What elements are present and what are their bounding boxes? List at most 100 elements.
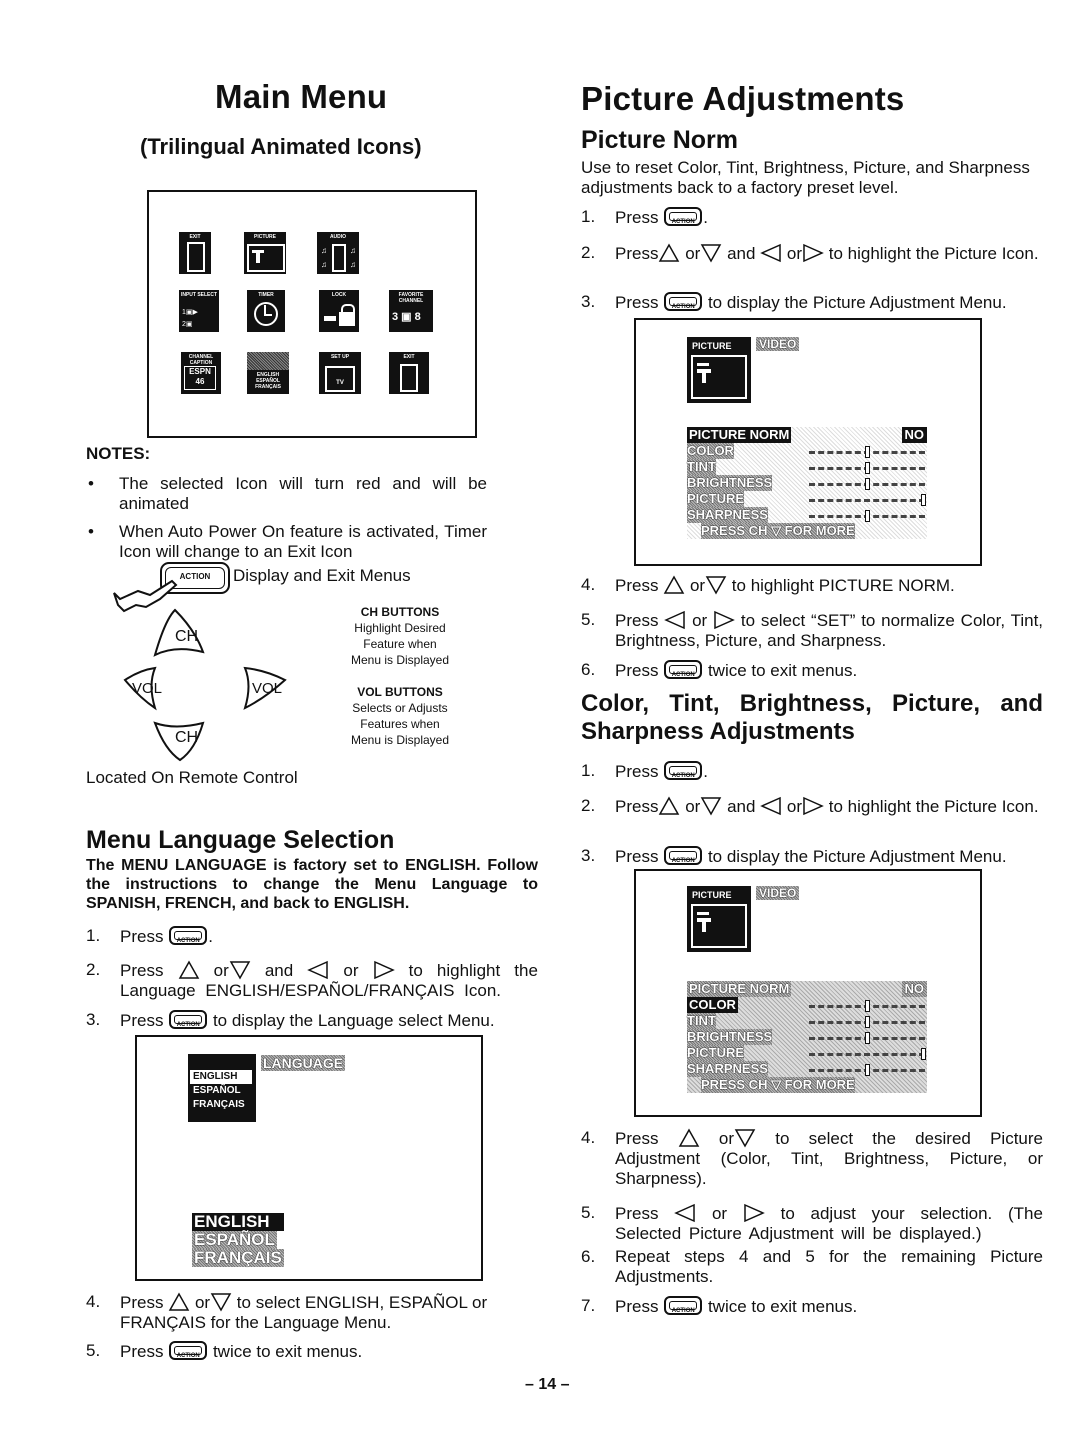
- note-2: When Auto Power On feature is activated,…: [119, 522, 487, 561]
- color-row[interactable]: COLOR: [687, 443, 734, 459]
- action-button-icon: ACTION: [664, 207, 703, 226]
- ch-up-icon: [663, 575, 685, 594]
- picture-icon: PICTURE: [244, 232, 286, 274]
- picture-menu-list: PICTURE NORM NO COLOR TINT BRIGHTNESS PI…: [687, 981, 927, 1093]
- action-button-icon: ACTION: [664, 761, 703, 780]
- setup-icon: SET UP TV: [319, 352, 361, 394]
- slider-track[interactable]: [809, 1053, 925, 1056]
- vol-right-icon: [803, 243, 824, 263]
- picture-tab[interactable]: PICTURE: [687, 886, 751, 952]
- vol-right-icon: [744, 1203, 765, 1223]
- action-description: Display and Exit Menus: [233, 566, 411, 585]
- sharpness-row[interactable]: SHARPNESS: [687, 507, 768, 523]
- picture-tab-label: PICTURE: [692, 341, 732, 351]
- slider-track[interactable]: [809, 499, 925, 502]
- picture-row[interactable]: PICTURE: [687, 1045, 745, 1061]
- slider-knob[interactable]: [865, 446, 870, 458]
- action-button-icon: ACTION: [664, 1296, 703, 1315]
- vol-right-label[interactable]: VOL: [252, 680, 282, 697]
- slider-knob[interactable]: [865, 462, 870, 474]
- language-option-espanol[interactable]: ESPAÑOL: [188, 1084, 256, 1098]
- main-menu-screen: EXIT PICTURE AUDIO ♫ ♫ ♫ ♫ INPUT SELECT 1▣▶ 2▣…: [147, 190, 477, 438]
- audio-icon: AUDIO ♫ ♫ ♫ ♫: [317, 232, 359, 274]
- language-option-english[interactable]: ENGLISH: [190, 1070, 252, 1084]
- main-menu-title: Main Menu: [215, 78, 388, 115]
- vol-left-icon: [760, 796, 781, 816]
- language-icon: ENGLISH ESPAÑOL FRANÇAIS: [247, 352, 289, 394]
- brightness-row[interactable]: BRIGHTNESS: [687, 475, 773, 491]
- language-menu-screen: ENGLISH ESPAÑOL FRANÇAIS LANGUAGE ENGLIS…: [135, 1035, 483, 1281]
- language-menu-box: ENGLISH ESPAÑOL FRANÇAIS: [188, 1054, 256, 1122]
- bullet: •: [88, 522, 94, 541]
- main-menu-subtitle: (Trilingual Animated Icons): [140, 134, 422, 159]
- language-list-francais[interactable]: FRANÇAIS: [192, 1249, 284, 1267]
- bullet: •: [88, 474, 94, 493]
- menu-language-intro: The MENU LANGUAGE is factory set to ENGL…: [86, 857, 538, 912]
- ch-down-icon: [734, 1129, 756, 1148]
- vol-left-label[interactable]: VOL: [132, 680, 162, 697]
- action-button-icon: ACTION: [664, 660, 703, 679]
- ch-down-label[interactable]: CH: [175, 729, 198, 747]
- language-list: ENGLISH ESPAÑOL FRANÇAIS: [192, 1213, 284, 1267]
- slider-knob[interactable]: [865, 1032, 870, 1044]
- ch-buttons-title: CH BUTTONS: [360, 605, 440, 619]
- notes-heading: NOTES:: [86, 444, 151, 463]
- language-option-francais[interactable]: FRANÇAIS: [188, 1098, 256, 1112]
- action-button-icon: ACTION: [169, 1010, 208, 1029]
- action-button-icon: ACTION: [169, 926, 208, 945]
- legend-line: Menu is Displayed: [350, 733, 450, 747]
- slider-knob[interactable]: [865, 510, 870, 522]
- picture-row[interactable]: PICTURE: [687, 491, 745, 507]
- slider-knob[interactable]: [865, 1064, 870, 1076]
- ch-down-icon: [705, 576, 727, 595]
- slider-knob[interactable]: [921, 1048, 926, 1060]
- action-button-icon: ACTION: [664, 292, 703, 311]
- legend-line: Menu is Displayed: [350, 653, 450, 667]
- vol-right-icon: [803, 796, 824, 816]
- sharpness-row[interactable]: SHARPNESS: [687, 1061, 768, 1077]
- video-tab[interactable]: VIDEO: [756, 886, 800, 900]
- favorite-channel-icon: FAVORITE CHANNEL 3 ▣ 8: [389, 290, 433, 332]
- picture-tab-graphic: [691, 904, 747, 948]
- slider-knob[interactable]: [921, 494, 926, 506]
- picture-norm-intro: Use to reset Color, Tint, Brightness, Pi…: [581, 158, 1030, 197]
- picture-norm-value: NO: [901, 427, 927, 443]
- legend-line: Features when: [360, 717, 440, 731]
- picture-tab-label: PICTURE: [692, 890, 732, 900]
- timer-icon: TIMER: [247, 290, 285, 332]
- ch-up-icon: [178, 960, 199, 979]
- input-select-icon: INPUT SELECT 1▣▶ 2▣: [179, 290, 219, 332]
- exit-icon: EXIT: [179, 232, 211, 274]
- vol-left-icon: [307, 960, 329, 980]
- note-1: The selected Icon will turn red and will…: [119, 474, 487, 513]
- vol-left-icon: [760, 243, 781, 263]
- legend-line: Feature when: [363, 637, 437, 651]
- language-list-english[interactable]: ENGLISH: [192, 1213, 284, 1231]
- menu-language-title: Menu Language Selection: [86, 826, 395, 854]
- ch-up-icon: [659, 796, 680, 815]
- picture-norm-title: Picture Norm: [581, 126, 738, 154]
- ch-up-label[interactable]: CH: [175, 628, 198, 646]
- vol-left-icon: [664, 610, 686, 630]
- vol-left-icon: [674, 1203, 695, 1223]
- picture-tab[interactable]: PICTURE: [687, 337, 751, 403]
- ch-buttons-legend: CH BUTTONS Highlight Desired Feature whe…: [330, 604, 470, 748]
- slider-knob[interactable]: [865, 1000, 870, 1012]
- ch-up-icon: [678, 1128, 699, 1147]
- tint-row[interactable]: TINT: [687, 1013, 716, 1029]
- picture-norm-row[interactable]: PICTURE NORM: [687, 427, 792, 443]
- brightness-row[interactable]: BRIGHTNESS: [687, 1029, 773, 1045]
- vol-buttons-title: VOL BUTTONS: [357, 685, 443, 699]
- color-row[interactable]: COLOR: [687, 997, 738, 1013]
- slider-knob[interactable]: [865, 478, 870, 490]
- action-button-icon: ACTION: [169, 1341, 208, 1360]
- picture-norm-row[interactable]: PICTURE NORM: [687, 981, 792, 997]
- tint-row[interactable]: TINT: [687, 459, 716, 475]
- legend-line: Highlight Desired: [354, 621, 446, 635]
- language-list-espanol[interactable]: ESPAÑOL: [192, 1231, 277, 1249]
- picture-menu-list: PICTURE NORM NO COLOR TINT BRIGHTNESS PI…: [687, 427, 927, 539]
- picture-norm-screen: PICTURE VIDEO PICTURE NORM NO COLOR TINT…: [634, 318, 982, 566]
- video-tab[interactable]: VIDEO: [756, 337, 800, 351]
- vol-right-icon: [714, 610, 735, 630]
- slider-knob[interactable]: [865, 1016, 870, 1028]
